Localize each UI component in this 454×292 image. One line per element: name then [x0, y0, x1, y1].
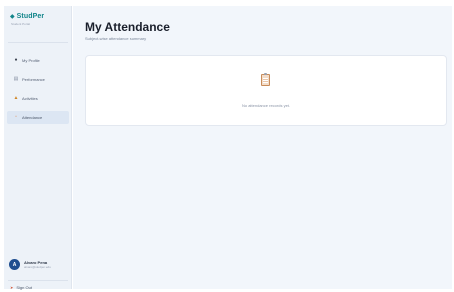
logout-icon: ➤: [10, 285, 14, 290]
sidebar-item-attendance[interactable]: ▫ Attendance: [7, 111, 69, 124]
brand-tagline: Student Portal: [11, 22, 31, 26]
sidebar-item-activities[interactable]: ▲ Activities: [7, 92, 69, 105]
sidebar-item-label: Attendance: [22, 115, 43, 120]
sidebar-nav: ● My Profile ▤ Performance ▲ Activities …: [7, 54, 69, 130]
sidebar-item-label: Performance: [22, 77, 45, 82]
page-subtitle: Subject-wise attendance summary: [85, 36, 147, 41]
main-content: My Attendance Subject-wise attendance su…: [73, 6, 452, 289]
clipboard-icon: [261, 73, 270, 86]
sign-out-label: Sign Out: [16, 285, 32, 290]
divider: [8, 280, 68, 281]
person-icon: ●: [14, 57, 18, 63]
empty-state-message: No attendance records yet.: [241, 103, 291, 108]
trophy-icon: ▲: [13, 95, 19, 101]
user-email: alvaro@studper.edu: [24, 265, 51, 269]
sidebar-item-my-profile[interactable]: ● My Profile: [7, 54, 69, 67]
brand[interactable]: ◆ StudPer Student Portal: [10, 13, 44, 26]
avatar: A: [9, 259, 20, 270]
sidebar-item-performance[interactable]: ▤ Performance: [7, 73, 69, 86]
page-title: My Attendance: [85, 20, 170, 34]
sidebar: ◆ StudPer Student Portal ● My Profile ▤ …: [4, 6, 72, 290]
divider: [8, 42, 68, 43]
user-profile[interactable]: A Alvaro Pena alvaro@studper.edu: [9, 259, 51, 270]
calendar-icon: ▫: [15, 114, 17, 120]
sign-out-button[interactable]: ➤ Sign Out: [10, 285, 32, 290]
chart-icon: ▤: [13, 76, 19, 82]
brand-name: StudPer: [16, 13, 45, 20]
sidebar-item-label: My Profile: [22, 58, 40, 63]
sidebar-item-label: Activities: [22, 96, 38, 101]
attendance-card: No attendance records yet.: [85, 55, 447, 126]
graduation-cap-icon: ◆: [10, 14, 15, 20]
